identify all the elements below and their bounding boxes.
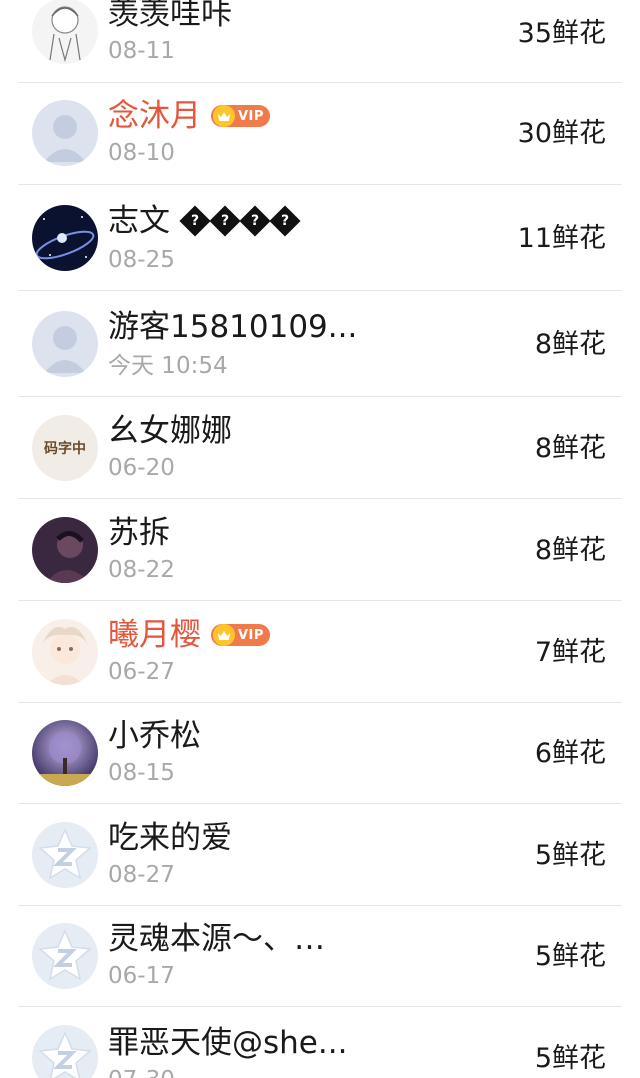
list-item[interactable]: 游客15810109... 今天 10:54 8鲜花 xyxy=(0,291,640,397)
vip-badge: VIP xyxy=(211,624,270,646)
date-text: 08-27 xyxy=(108,862,175,888)
avatar[interactable] xyxy=(32,822,98,888)
flower-count: 5鲜花 xyxy=(534,840,606,871)
user-name[interactable]: 吃来的爱 xyxy=(108,818,232,858)
svg-text:码字中: 码字中 xyxy=(44,440,86,457)
emoji-placeholder-icon: ? ? ? ? xyxy=(179,205,301,237)
user-name[interactable]: 苏拆 xyxy=(108,513,170,553)
avatar[interactable]: 码字中 xyxy=(32,415,98,481)
avatar[interactable] xyxy=(32,619,98,685)
list-item[interactable]: 灵魂本源～、… 06-17 5鲜花 xyxy=(0,906,640,1007)
list-item[interactable]: 曦月樱 VIP 06-27 7鲜花 xyxy=(0,601,640,703)
date-text: 08-15 xyxy=(108,760,175,786)
list-item[interactable]: 小乔松 08-15 6鲜花 xyxy=(0,703,640,804)
user-name[interactable]: 游客15810109... xyxy=(108,307,357,347)
avatar[interactable] xyxy=(32,1025,98,1078)
date-text: 06-17 xyxy=(108,963,175,989)
date-text: 08-22 xyxy=(108,557,175,583)
flower-count: 8鲜花 xyxy=(534,329,606,360)
date-text: 今天 10:54 xyxy=(108,353,228,379)
flower-count: 30鲜花 xyxy=(517,118,606,149)
date-text: 08-10 xyxy=(108,140,175,166)
list-item[interactable]: 苏拆 08-22 8鲜花 xyxy=(0,499,640,601)
flower-count: 5鲜花 xyxy=(534,941,606,972)
avatar[interactable] xyxy=(32,100,98,166)
avatar[interactable] xyxy=(32,517,98,583)
crown-icon xyxy=(213,105,235,127)
list-item[interactable]: 吃来的爱 08-27 5鲜花 xyxy=(0,804,640,906)
flower-count: 5鲜花 xyxy=(534,1043,606,1074)
avatar[interactable] xyxy=(32,720,98,786)
list-item[interactable]: 码字中 幺女娜娜 06-20 8鲜花 xyxy=(0,397,640,499)
flower-count: 35鲜花 xyxy=(517,18,606,49)
date-text: 08-25 xyxy=(108,247,175,273)
list-item[interactable]: 念沐月 VIP 08-10 30鲜花 xyxy=(0,83,640,185)
user-name[interactable]: 灵魂本源～、… xyxy=(108,919,325,959)
user-name[interactable]: 念沐月 xyxy=(108,96,201,136)
user-name[interactable]: 小乔松 xyxy=(108,716,201,756)
vip-label: VIP xyxy=(238,108,264,124)
list-item[interactable]: 羡羡哇咔 08-11 35鲜花 xyxy=(0,0,640,83)
user-name[interactable]: 志文 xyxy=(108,201,170,241)
flower-count: 6鲜花 xyxy=(534,738,606,769)
user-name[interactable]: 羡羡哇咔 xyxy=(108,0,232,34)
flower-count: 7鲜花 xyxy=(534,637,606,668)
user-name[interactable]: 幺女娜娜 xyxy=(108,411,232,451)
vip-label: VIP xyxy=(238,627,264,643)
avatar[interactable] xyxy=(32,923,98,989)
avatar[interactable] xyxy=(32,0,98,64)
list-item[interactable]: 罪恶天使@she... 07-30 5鲜花 xyxy=(0,1007,640,1078)
flower-count: 11鲜花 xyxy=(517,223,606,254)
flower-count: 8鲜花 xyxy=(534,433,606,464)
date-text: 06-20 xyxy=(108,455,175,481)
date-text: 06-27 xyxy=(108,659,175,685)
avatar[interactable] xyxy=(32,205,98,271)
date-text: 07-30 xyxy=(108,1065,175,1078)
crown-icon xyxy=(213,624,235,646)
user-name[interactable]: 罪恶天使@she... xyxy=(108,1023,347,1063)
user-name[interactable]: 曦月樱 xyxy=(108,615,201,655)
vip-badge: VIP xyxy=(211,105,270,127)
date-text: 08-11 xyxy=(108,38,175,64)
list-item[interactable]: 志文 ? ? ? ? 08-25 11鲜花 xyxy=(0,185,640,291)
flower-count: 8鲜花 xyxy=(534,535,606,566)
avatar[interactable] xyxy=(32,311,98,377)
